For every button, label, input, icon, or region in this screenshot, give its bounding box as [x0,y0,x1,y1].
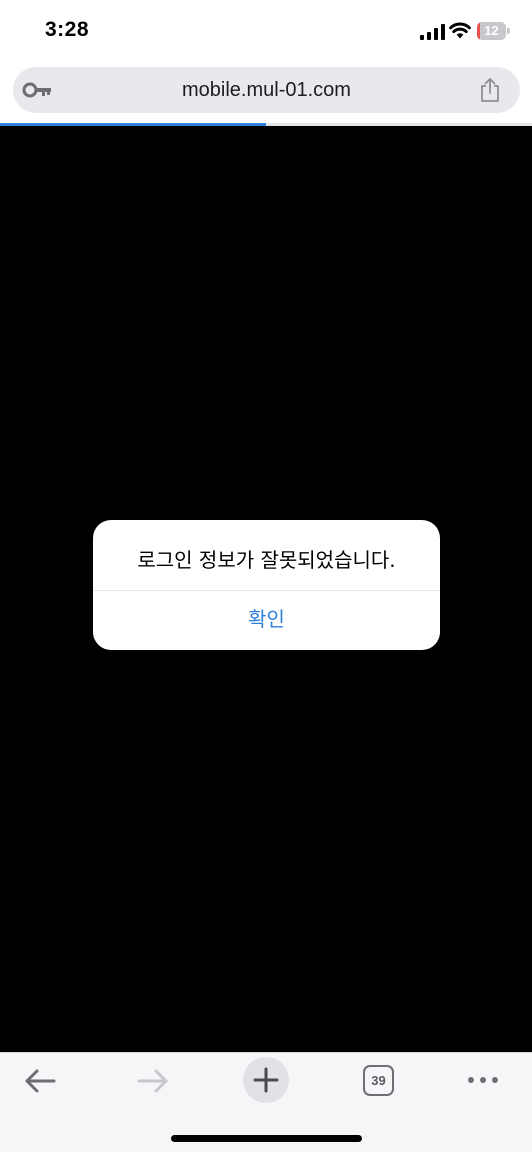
share-icon[interactable] [479,77,501,103]
address-bar[interactable]: mobile.mul-01.com [13,67,520,113]
more-menu-button[interactable] [463,1067,503,1093]
plus-icon [253,1067,279,1093]
alert-dialog: 로그인 정보가 잘못되었습니다. 확인 [93,520,440,650]
battery-icon: 12 [477,22,511,40]
browser-screen: 3:28 12 mobile.mul-01.com 로그인 정보가 잘못되었습니… [0,0,532,1152]
home-indicator[interactable] [171,1135,362,1142]
new-tab-button[interactable] [243,1057,289,1103]
tab-switcher-button[interactable]: 39 [363,1065,394,1096]
alert-confirm-button[interactable]: 확인 [93,591,440,650]
forward-arrow-icon [137,1069,168,1093]
battery-cap [507,28,510,34]
battery-level: 12 [484,23,499,38]
back-button[interactable] [20,1063,60,1099]
url-text[interactable]: mobile.mul-01.com [63,67,470,113]
wifi-icon [449,22,471,39]
more-dots-icon [468,1077,498,1083]
tab-count: 39 [371,1073,386,1088]
alert-message: 로그인 정보가 잘못되었습니다. [137,548,396,572]
status-bar: 3:28 12 [0,0,532,62]
key-icon[interactable] [22,81,52,99]
cellular-signal-icon [420,24,445,40]
forward-button[interactable] [133,1063,173,1099]
back-arrow-icon [25,1069,56,1093]
status-time: 3:28 [45,18,90,41]
battery-body: 12 [477,22,506,40]
